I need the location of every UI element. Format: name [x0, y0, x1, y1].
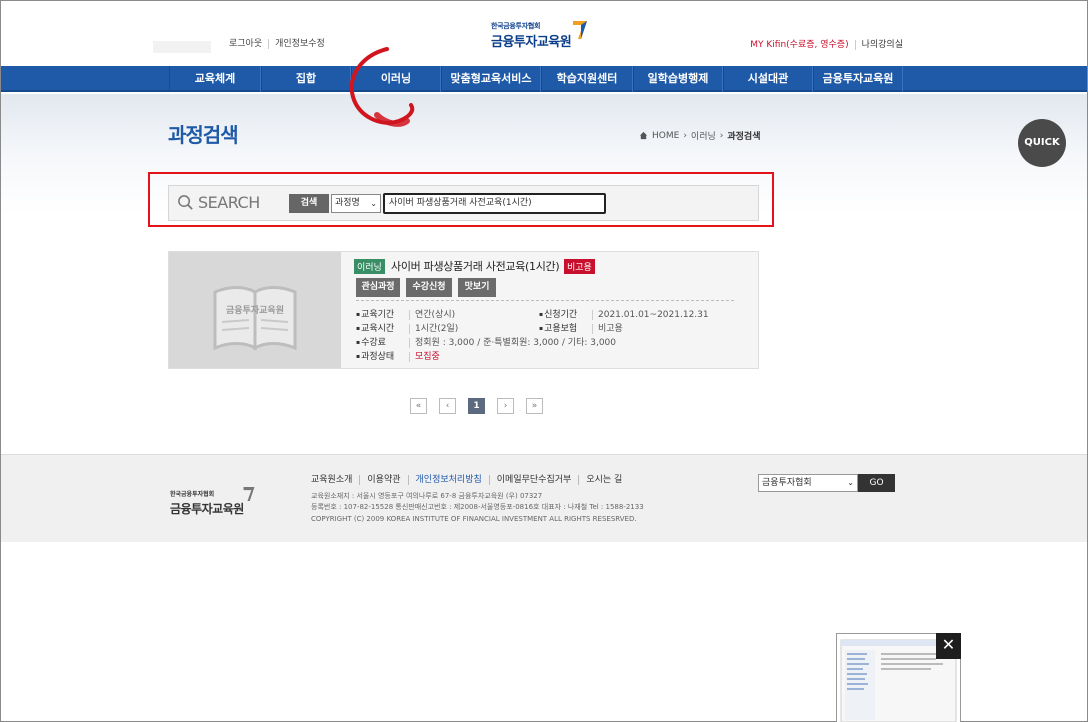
fee-row: 수강료 정회원 : 3,000 / 준·특별회원: 3,000 / 기타: 3,0… [356, 335, 616, 348]
footer-registration: 등록번호 : 107-82-15528 통신판매신고번호 : 제2008-서울영… [311, 503, 644, 511]
breadcrumb-home[interactable]: HOME [652, 131, 679, 141]
footer-address: 교육원소재지 : 서울시 영등포구 여의나루로 67-8 금융투자교육원 (우)… [311, 492, 543, 500]
breadcrumb-elearning[interactable]: 이러닝 [691, 129, 716, 142]
utility-links-left: 로그아웃 개인정보수정 [223, 39, 331, 49]
footer-logo-small: 한국금융투자협회 [170, 491, 215, 498]
preview-button[interactable]: 맛보기 [458, 278, 496, 297]
footer-link-about[interactable]: 교육원소개 [311, 475, 359, 485]
fee-label: 수강료 [356, 335, 404, 348]
nav-item-learning-support[interactable]: 학습지원센터 [541, 66, 633, 92]
breadcrumb: HOME › 이러닝 › 과정검색 [639, 129, 761, 142]
footer-link-directions[interactable]: 오시는 길 [578, 475, 629, 485]
quick-menu-button[interactable]: QUICK [1018, 119, 1066, 167]
insurance-row: 고용보험 비고용 [539, 321, 623, 334]
status-value: 모집중 [415, 352, 440, 362]
interest-course-button[interactable]: 관심과정 [356, 278, 400, 297]
apply-period-row: 신청기간 2021.01.01~2021.12.31 [539, 307, 709, 320]
card-divider [356, 300, 734, 301]
apply-period-value: 2021.01.01~2021.12.31 [598, 310, 709, 320]
my-kifin-link[interactable]: MY Kifin(수료증, 영수증) [744, 40, 854, 50]
pagination: « ‹ 1 › » [410, 398, 543, 414]
red-swirl-annotation [349, 47, 415, 127]
nav-item-curriculum[interactable]: 교육체계 [169, 66, 261, 92]
course-title[interactable]: 사이버 파생상품거래 사전교육(1시간) [391, 258, 560, 274]
fee-value: 정회원 : 3,000 / 준·특별회원: 3,000 / 기타: 3,000 [415, 338, 617, 348]
footer-copyright: COPYRIGHT (C) 2009 KOREA INSTITUTE OF FI… [311, 515, 637, 523]
utility-links-right: MY Kifin(수료증, 영수증) 나의강의실 [744, 40, 909, 50]
last-page-button[interactable]: » [526, 398, 543, 414]
apply-period-label: 신청기간 [539, 307, 587, 320]
course-thumbnail[interactable]: 금융투자교육원 [169, 252, 341, 368]
logout-link[interactable]: 로그아웃 [223, 39, 268, 49]
page-title: 과정검색 [168, 123, 239, 147]
user-name-box [153, 41, 211, 53]
footer [1, 454, 1087, 542]
footer-link-terms[interactable]: 이용약관 [359, 475, 407, 485]
course-period-row: 교육기간 연간(상시) [356, 307, 455, 320]
course-time-row: 교육시간 1시간(2일) [356, 321, 458, 334]
family-site-select[interactable]: 금융투자협회 ⌄ [758, 474, 858, 492]
chevron-right-icon: › [683, 130, 687, 141]
first-page-button[interactable]: « [410, 398, 427, 414]
footer-logo-mark-icon [243, 487, 255, 501]
prev-page-button[interactable]: ‹ [439, 398, 456, 414]
page-number-current[interactable]: 1 [468, 398, 485, 414]
nav-item-facility-rental[interactable]: 시설대관 [723, 66, 813, 92]
footer-logo-big: 금융투자교육원 [170, 502, 244, 516]
course-category-tag: 이러닝 [354, 259, 385, 274]
thumbnail-logo-text: 금융투자교육원 [226, 304, 284, 316]
status-row: 과정상태 모집중 [356, 349, 440, 362]
family-site-go-button[interactable]: GO [858, 474, 895, 492]
chevron-down-icon: ⌄ [847, 478, 854, 487]
course-period-value: 연간(상시) [415, 310, 456, 320]
insurance-label: 고용보험 [539, 321, 587, 334]
status-label: 과정상태 [356, 349, 404, 362]
enroll-button[interactable]: 수강신청 [406, 278, 452, 297]
edit-profile-link[interactable]: 개인정보수정 [268, 39, 331, 49]
footer-link-email-refusal[interactable]: 이메일무단수집거부 [488, 475, 579, 485]
next-page-button[interactable]: › [497, 398, 514, 414]
course-time-value: 1시간(2일) [415, 324, 459, 334]
open-book-icon: 금융투자교육원 [213, 286, 297, 351]
course-period-label: 교육기간 [356, 307, 404, 320]
footer-logo: 한국금융투자협회 금융투자교육원 [170, 487, 255, 517]
main-nav: 교육체계 집합 이러닝 맞춤형교육서비스 학습지원센터 일학습병행제 시설대관 … [1, 66, 1087, 92]
my-classroom-link[interactable]: 나의강의실 [854, 40, 909, 50]
insurance-value: 비고용 [598, 324, 623, 334]
site-logo[interactable]: 한국금융투자협회 금융투자교육원 [491, 21, 591, 53]
chevron-right-icon: › [719, 130, 724, 141]
logo-big-text: 금융투자교육원 [491, 35, 572, 50]
top-bar: 로그아웃 개인정보수정 한국금융투자협회 금융투자교육원 MY Kifin(수료… [1, 1, 1087, 66]
family-site-value: 금융투자협회 [762, 478, 812, 488]
breadcrumb-current: 과정검색 [727, 132, 761, 142]
course-insurance-badge: 비고용 [564, 259, 595, 274]
nav-item-institute[interactable]: 금융투자교육원 [813, 66, 903, 92]
red-highlight-box [148, 172, 774, 227]
logo-mark-icon [573, 21, 587, 39]
nav-item-group[interactable]: 집합 [261, 66, 351, 92]
footer-links: 교육원소개 이용약관 개인정보처리방침 이메일무단수집거부 오시는 길 [311, 475, 629, 485]
close-icon[interactable]: ✕ [936, 633, 961, 659]
nav-item-work-study[interactable]: 일학습병행제 [633, 66, 723, 92]
home-icon [639, 131, 648, 140]
course-time-label: 교육시간 [356, 321, 404, 334]
footer-link-privacy[interactable]: 개인정보처리방침 [407, 475, 489, 485]
nav-item-custom-service[interactable]: 맞춤형교육서비스 [441, 66, 541, 92]
